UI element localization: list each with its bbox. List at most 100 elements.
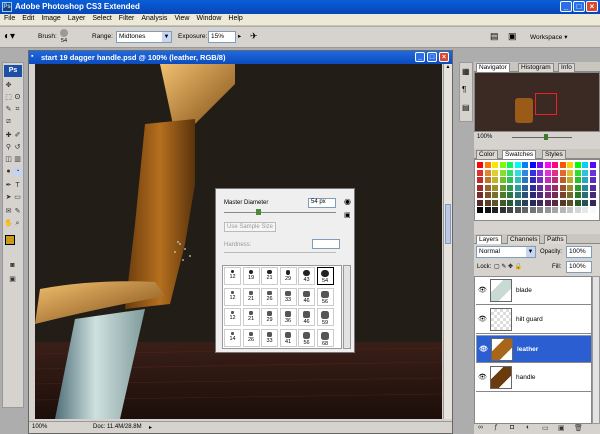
add-mask-icon[interactable]: ◘ <box>510 424 514 431</box>
color-swatch[interactable] <box>507 177 513 183</box>
menu-layer[interactable]: Layer <box>64 14 89 22</box>
doc-close-button[interactable]: × <box>439 52 449 62</box>
menu-edit[interactable]: Edit <box>18 14 37 22</box>
color-swatch[interactable] <box>589 207 596 213</box>
color-swatch[interactable] <box>589 177 596 183</box>
color-swatch[interactable] <box>477 169 483 176</box>
color-swatch[interactable] <box>567 184 573 191</box>
brush-preset-cell[interactable]: 33 <box>261 328 278 347</box>
color-swatch[interactable] <box>499 207 506 213</box>
color-swatch[interactable] <box>507 199 513 206</box>
color-swatch[interactable] <box>492 207 498 213</box>
eyedropper-tool-icon[interactable]: ✎ <box>13 207 22 216</box>
brush-preset-cell[interactable]: 56 <box>316 287 334 306</box>
shape-tool-icon[interactable]: ▭ <box>13 193 22 202</box>
healing-brush-icon[interactable]: ✚ <box>4 131 13 140</box>
color-swatch[interactable] <box>574 177 581 183</box>
brush-preset-cell[interactable]: 19 <box>242 267 260 285</box>
color-swatch[interactable] <box>567 162 573 168</box>
color-swatch[interactable] <box>559 199 566 206</box>
color-swatch[interactable] <box>484 207 491 213</box>
menu-image[interactable]: Image <box>37 14 63 22</box>
layer-row[interactable]: 👁 hilt guard <box>476 306 591 334</box>
menu-select[interactable]: Select <box>88 14 114 22</box>
slice-tool-icon[interactable]: ⧄ <box>4 117 13 126</box>
new-layer-icon[interactable]: ▣ <box>558 424 565 432</box>
brush-preset-cell[interactable]: 33 <box>279 287 297 306</box>
screen-mode-icon[interactable]: ▣ <box>8 275 17 284</box>
color-swatch[interactable] <box>529 199 536 206</box>
dock-paragraph-icon[interactable]: ¶ <box>462 85 466 94</box>
color-swatch[interactable] <box>529 184 536 191</box>
color-swatch[interactable] <box>589 184 596 191</box>
color-swatch[interactable] <box>552 177 558 183</box>
color-swatch[interactable] <box>477 177 483 183</box>
color-swatch[interactable] <box>552 169 558 176</box>
color-swatch[interactable] <box>582 184 588 191</box>
menu-analysis[interactable]: Analysis <box>137 14 170 22</box>
new-preset-icon[interactable]: ▣ <box>344 211 351 219</box>
color-swatch[interactable] <box>559 162 566 168</box>
color-swatch[interactable] <box>492 199 498 206</box>
color-swatch[interactable] <box>499 199 506 206</box>
color-swatch[interactable] <box>499 184 506 191</box>
exposure-flyout-icon[interactable]: ▸ <box>238 32 241 40</box>
color-swatch[interactable] <box>559 207 566 213</box>
color-swatch[interactable] <box>537 177 543 183</box>
layers-scrollbar[interactable] <box>592 276 600 424</box>
clone-stamp-icon[interactable]: ⚲ <box>4 143 13 152</box>
eye-icon[interactable]: 👁 <box>478 373 487 381</box>
brush-preset-cell[interactable]: 12 <box>224 308 241 326</box>
master-diameter-input[interactable]: 54 px <box>308 198 336 208</box>
color-swatch[interactable] <box>589 199 596 206</box>
color-swatch[interactable] <box>574 207 581 213</box>
file-browser-icon[interactable]: ▤ <box>490 31 499 42</box>
color-swatch[interactable] <box>522 199 528 206</box>
menu-help[interactable]: Help <box>224 14 245 22</box>
color-swatch[interactable] <box>499 162 506 168</box>
color-swatch[interactable] <box>567 177 573 183</box>
airbrush-icon[interactable]: ✈ <box>250 31 258 42</box>
color-swatch[interactable] <box>514 162 521 168</box>
brush-preset-cell[interactable]: 14 <box>224 328 241 347</box>
color-swatch[interactable] <box>537 199 543 206</box>
adjustment-layer-icon[interactable]: ◐ <box>526 424 530 431</box>
brush-preset-cell[interactable]: 36 <box>279 308 297 326</box>
color-swatch[interactable] <box>522 177 528 183</box>
menu-file[interactable]: File <box>0 14 18 22</box>
workspace-menu[interactable]: Workspace ▾ <box>530 33 567 41</box>
color-swatch[interactable] <box>522 207 528 213</box>
swatches-grid[interactable] <box>474 159 600 221</box>
brush-preset-cell[interactable]: 12 <box>224 287 241 306</box>
opacity-input[interactable]: 100% <box>566 246 592 258</box>
popup-menu-icon[interactable]: ◉ <box>344 197 351 206</box>
navigator-view-box[interactable] <box>535 93 557 115</box>
color-swatch[interactable] <box>589 192 596 198</box>
color-swatch[interactable] <box>552 184 558 191</box>
tab-channels[interactable]: Channels <box>507 235 541 244</box>
color-swatch[interactable] <box>484 162 491 168</box>
master-diameter-slider[interactable] <box>224 212 336 213</box>
color-swatch[interactable] <box>552 192 558 198</box>
layer-row[interactable]: 👁 blade <box>476 277 591 305</box>
color-swatch[interactable] <box>484 169 491 176</box>
tab-styles[interactable]: Styles <box>542 150 566 159</box>
color-swatch[interactable] <box>492 184 498 191</box>
lock-icons[interactable]: ▢ ✎ ✥ 🔒 <box>494 263 522 270</box>
color-swatch[interactable] <box>574 184 581 191</box>
brush-preset-cell[interactable]: 21 <box>261 267 278 285</box>
color-swatch[interactable] <box>559 169 566 176</box>
brush-preset-cell[interactable]: 12 <box>224 267 241 285</box>
brush-preset-cell[interactable]: 26 <box>261 287 278 306</box>
foreground-color-swatch[interactable] <box>5 235 15 245</box>
navigator-zoom-slider[interactable] <box>512 137 572 138</box>
image-canvas[interactable]: Master Diameter 54 px ◉ ▣ Use Sample Siz… <box>35 64 442 419</box>
color-swatch[interactable] <box>559 177 566 183</box>
color-swatch[interactable] <box>574 169 581 176</box>
brush-preset-cell[interactable]: 29 <box>279 267 297 285</box>
color-swatch[interactable] <box>529 177 536 183</box>
color-swatch[interactable] <box>559 184 566 191</box>
color-swatch[interactable] <box>514 169 521 176</box>
tab-color[interactable]: Color <box>476 150 498 159</box>
color-swatch[interactable] <box>514 177 521 183</box>
